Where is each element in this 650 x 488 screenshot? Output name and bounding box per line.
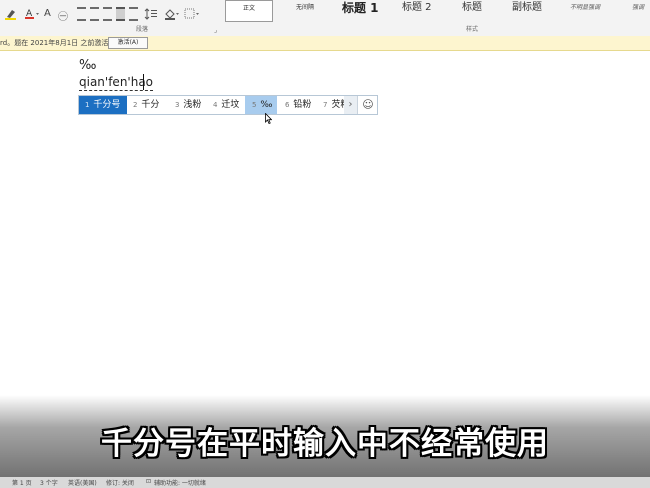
enclose-char-button[interactable]: ㊀ [58,8,68,23]
ime-candidate-5[interactable]: 5 ‰ [245,96,277,114]
status-word-count[interactable]: 3 个字 [40,478,58,487]
style-heading-2[interactable]: 标题 2 [402,0,432,20]
style-emphasis[interactable]: 强调 [632,0,644,20]
smiley-icon[interactable]: ☺ [357,96,378,114]
document-text-permille: ‰ [79,58,97,73]
status-track-changes[interactable]: 修订: 关闭 [106,478,134,487]
infobar-message: rd。题在 2021年8月1日 之前激活。 [0,39,116,47]
style-subtitle[interactable]: 副标题 [512,0,542,20]
style-subtle-emphasis[interactable]: 不明显强调 [570,0,600,20]
char-shading-button[interactable]: A [44,8,51,19]
activation-infobar: rd。题在 2021年8月1日 之前激活。 激活(A) [0,36,650,51]
ime-candidate-3[interactable]: 3 浅粉 [169,96,211,114]
status-language[interactable]: 英语(美国) [68,478,97,487]
status-accessibility[interactable]: 辅助功能: 一切就绪 [154,478,206,487]
borders-icon[interactable] [184,8,200,23]
styles-group-label: 样式 [466,26,479,33]
align-right-icon[interactable] [103,7,112,21]
text-caret [143,74,144,90]
style-title[interactable]: 标题 [462,0,482,20]
align-center-icon[interactable] [90,7,99,21]
align-left-icon[interactable] [77,7,86,21]
ime-composition-text: qian'fen'hao [79,75,154,91]
font-color-icon[interactable]: A [24,8,40,23]
style-heading-1[interactable]: 标题 1 [342,0,379,20]
highlighter-icon[interactable] [4,8,20,23]
ime-candidate-4[interactable]: 4 迁坟 [211,96,245,114]
paragraph-group-label: 段落 [136,26,149,33]
paragraph-launcher-icon[interactable]: ⌟ [214,26,217,34]
activate-button[interactable]: 激活(A) [108,37,148,49]
line-spacing-icon[interactable] [144,8,158,23]
accessibility-icon[interactable]: ⊡ [146,478,151,485]
ribbon: A A ㊀ 段落 ⌟ 正文 无间隔 标题 1 标题 2 标题 副标题 不明显强调… [0,0,650,37]
distributed-icon[interactable] [129,7,138,21]
justify-icon[interactable] [116,7,125,21]
ime-candidate-7[interactable]: 7 芡粉 [313,96,344,114]
status-bar: 第 1 页 3 个字 英语(美国) 修订: 关闭 ⊡ 辅助功能: 一切就绪 [0,477,650,488]
ime-candidate-1[interactable]: 1 千分号 [79,96,127,114]
paint-bucket-icon[interactable] [164,8,180,23]
mouse-pointer-icon [265,109,273,125]
ime-candidate-2[interactable]: 2 千分 [127,96,169,114]
ime-candidate-bar: 1 千分号 2 千分 3 浅粉 4 迁坟 5 ‰ 6 铅粉 7 芡粉 › ☺ [78,95,378,115]
ime-candidate-6[interactable]: 6 铅粉 [277,96,313,114]
style-no-spacing[interactable]: 无间隔 [296,0,314,20]
video-subtitle: 千分号在平时输入中不经常使用 [101,426,549,462]
status-page[interactable]: 第 1 页 [12,478,32,487]
style-normal[interactable]: 正文 [225,0,273,22]
chevron-right-icon[interactable]: › [344,96,357,114]
styles-gallery: 正文 无间隔 标题 1 标题 2 标题 副标题 不明显强调 强调 [222,0,650,22]
